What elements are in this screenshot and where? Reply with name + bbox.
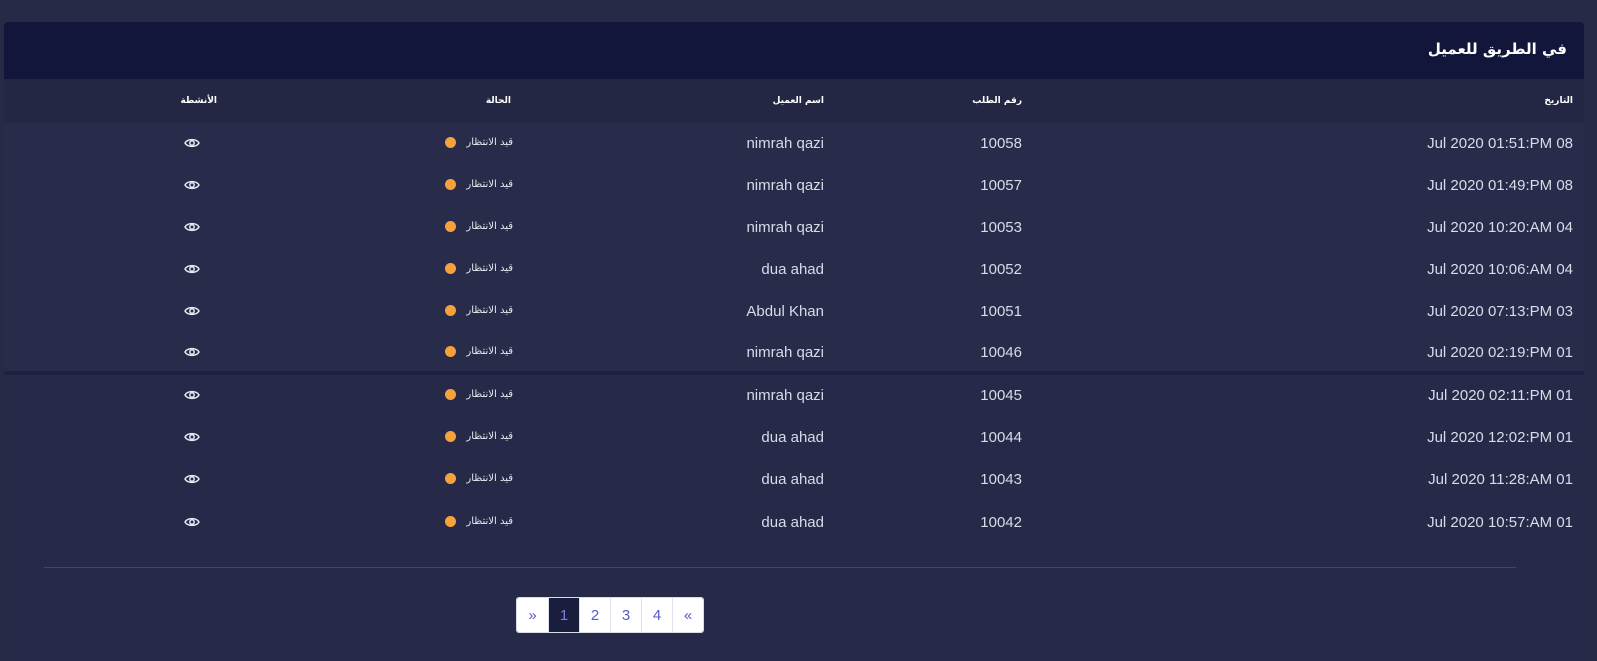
- table-row: Jul 2020 01:49:PM 08 10057 nimrah qazi قيد …: [4, 165, 1584, 207]
- table-row: Jul 2020 02:19:PM 01 10046 nimrah qazi قيد …: [4, 332, 1584, 374]
- row-customer-name: nimrah qazi: [746, 344, 824, 361]
- eye-icon[interactable]: [184, 305, 200, 317]
- eye-icon[interactable]: [184, 473, 200, 485]
- table-header: التاريخ رقم الطلب اسم العميل الحالة الأن…: [4, 79, 1584, 123]
- pagination-prev-button[interactable]: »: [517, 598, 548, 632]
- row-customer-name: nimrah qazi: [746, 135, 824, 152]
- pagination-page-2[interactable]: 2: [579, 598, 610, 632]
- status-badge: قيد الانتظار: [445, 473, 513, 484]
- row-order-number: 10043: [980, 471, 1022, 488]
- row-order-number: 10058: [980, 135, 1022, 152]
- eye-icon[interactable]: [184, 137, 200, 149]
- card-title: في الطريق للعميل: [1427, 40, 1567, 58]
- eye-icon[interactable]: [184, 263, 200, 275]
- table-row: Jul 2020 01:51:PM 08 10058 nimrah qazi قيد …: [4, 123, 1584, 165]
- row-customer-name: Abdul Khan: [746, 303, 824, 320]
- status-badge: قيد الانتظار: [445, 263, 513, 274]
- column-actions[interactable]: الأنشطة: [180, 96, 217, 106]
- column-status[interactable]: الحالة: [486, 96, 511, 106]
- row-date: Jul 2020 12:02:PM 01: [1427, 429, 1573, 446]
- row-order-number: 10053: [980, 219, 1022, 236]
- pagination-page-4[interactable]: 4: [641, 598, 672, 632]
- pagination-next-button[interactable]: «: [672, 598, 703, 632]
- row-order-number: 10045: [980, 387, 1022, 404]
- pagination-page-3[interactable]: 3: [610, 598, 641, 632]
- status-dot: [445, 221, 457, 232]
- row-date: Jul 2020 11:28:AM 01: [1428, 471, 1573, 488]
- table-footer-divider: [44, 567, 1516, 568]
- row-customer-name: nimrah qazi: [746, 219, 824, 236]
- status-dot: [445, 389, 457, 400]
- status-label: قيد الانتظار: [466, 516, 513, 527]
- table-row: Jul 2020 12:02:PM 01 10044 dua ahad قيد الا…: [4, 417, 1584, 459]
- table-row: Jul 2020 10:20:AM 04 10053 nimrah qazi قيد …: [4, 207, 1584, 249]
- status-dot: [445, 431, 457, 442]
- table-row: Jul 2020 11:28:AM 01 10043 dua ahad قيد الا…: [4, 459, 1584, 501]
- status-badge: قيد الانتظار: [445, 305, 513, 316]
- status-dot: [445, 263, 457, 274]
- card-header: في الطريق للعميل: [4, 22, 1584, 79]
- row-customer-name: dua ahad: [761, 429, 824, 446]
- status-badge: قيد الانتظار: [445, 516, 513, 527]
- row-date: Jul 2020 01:51:PM 08: [1427, 135, 1573, 152]
- status-badge: قيد الانتظار: [445, 389, 513, 400]
- status-dot: [445, 516, 457, 527]
- orders-card: في الطريق للعميل التاريخ رقم الطلب اسم ا…: [4, 22, 1584, 661]
- eye-icon[interactable]: [184, 221, 200, 233]
- status-dot: [445, 305, 457, 316]
- status-label: قيد الانتظار: [466, 389, 513, 400]
- status-label: قيد الانتظار: [466, 346, 513, 357]
- row-order-number: 10042: [980, 514, 1022, 531]
- row-order-number: 10046: [980, 344, 1022, 361]
- row-order-number: 10051: [980, 303, 1022, 320]
- row-date: Jul 2020 10:57:AM 01: [1427, 514, 1573, 531]
- table-row: Jul 2020 10:57:AM 01 10042 dua ahad قيد الا…: [4, 502, 1584, 544]
- status-badge: قيد الانتظار: [445, 431, 513, 442]
- eye-icon[interactable]: [184, 389, 200, 401]
- row-order-number: 10044: [980, 429, 1022, 446]
- eye-icon[interactable]: [184, 179, 200, 191]
- eye-icon[interactable]: [184, 431, 200, 443]
- column-date[interactable]: التاريخ: [1544, 96, 1573, 106]
- column-customer-name[interactable]: اسم العميل: [773, 96, 824, 106]
- table-row: Jul 2020 07:13:PM 03 10051 Abdul Khan قيد ا…: [4, 291, 1584, 333]
- row-customer-name: dua ahad: [761, 261, 824, 278]
- row-date: Jul 2020 02:11:PM 01: [1428, 387, 1573, 404]
- status-label: قيد الانتظار: [466, 305, 513, 316]
- eye-icon[interactable]: [184, 516, 200, 528]
- eye-icon[interactable]: [184, 346, 200, 358]
- status-badge: قيد الانتظار: [445, 221, 513, 232]
- row-date: Jul 2020 02:19:PM 01: [1427, 344, 1573, 361]
- pagination-page-1[interactable]: 1: [548, 598, 579, 632]
- row-customer-name: nimrah qazi: [746, 177, 824, 194]
- row-date: Jul 2020 10:06:AM 04: [1427, 261, 1573, 278]
- row-customer-name: dua ahad: [761, 514, 824, 531]
- row-order-number: 10057: [980, 177, 1022, 194]
- status-dot: [445, 137, 457, 148]
- table-row: Jul 2020 02:11:PM 01 10045 nimrah qazi قيد …: [4, 375, 1584, 417]
- row-order-number: 10052: [980, 261, 1022, 278]
- status-label: قيد الانتظار: [466, 431, 513, 442]
- row-date: Jul 2020 01:49:PM 08: [1427, 177, 1573, 194]
- status-label: قيد الانتظار: [466, 179, 513, 190]
- pagination: » 1 2 3 4 «: [516, 597, 704, 633]
- status-label: قيد الانتظار: [466, 137, 513, 148]
- status-label: قيد الانتظار: [466, 263, 513, 274]
- status-badge: قيد الانتظار: [445, 179, 513, 190]
- status-badge: قيد الانتظار: [445, 346, 513, 357]
- status-dot: [445, 473, 457, 484]
- row-date: Jul 2020 07:13:PM 03: [1427, 303, 1573, 320]
- column-order-number[interactable]: رقم الطلب: [972, 96, 1022, 106]
- status-label: قيد الانتظار: [466, 473, 513, 484]
- row-customer-name: nimrah qazi: [746, 387, 824, 404]
- status-badge: قيد الانتظار: [445, 137, 513, 148]
- row-date: Jul 2020 10:20:AM 04: [1427, 219, 1573, 236]
- row-customer-name: dua ahad: [761, 471, 824, 488]
- table-row: Jul 2020 10:06:AM 04 10052 dua ahad قيد الا…: [4, 249, 1584, 291]
- status-label: قيد الانتظار: [466, 221, 513, 232]
- status-dot: [445, 346, 457, 357]
- status-dot: [445, 179, 457, 190]
